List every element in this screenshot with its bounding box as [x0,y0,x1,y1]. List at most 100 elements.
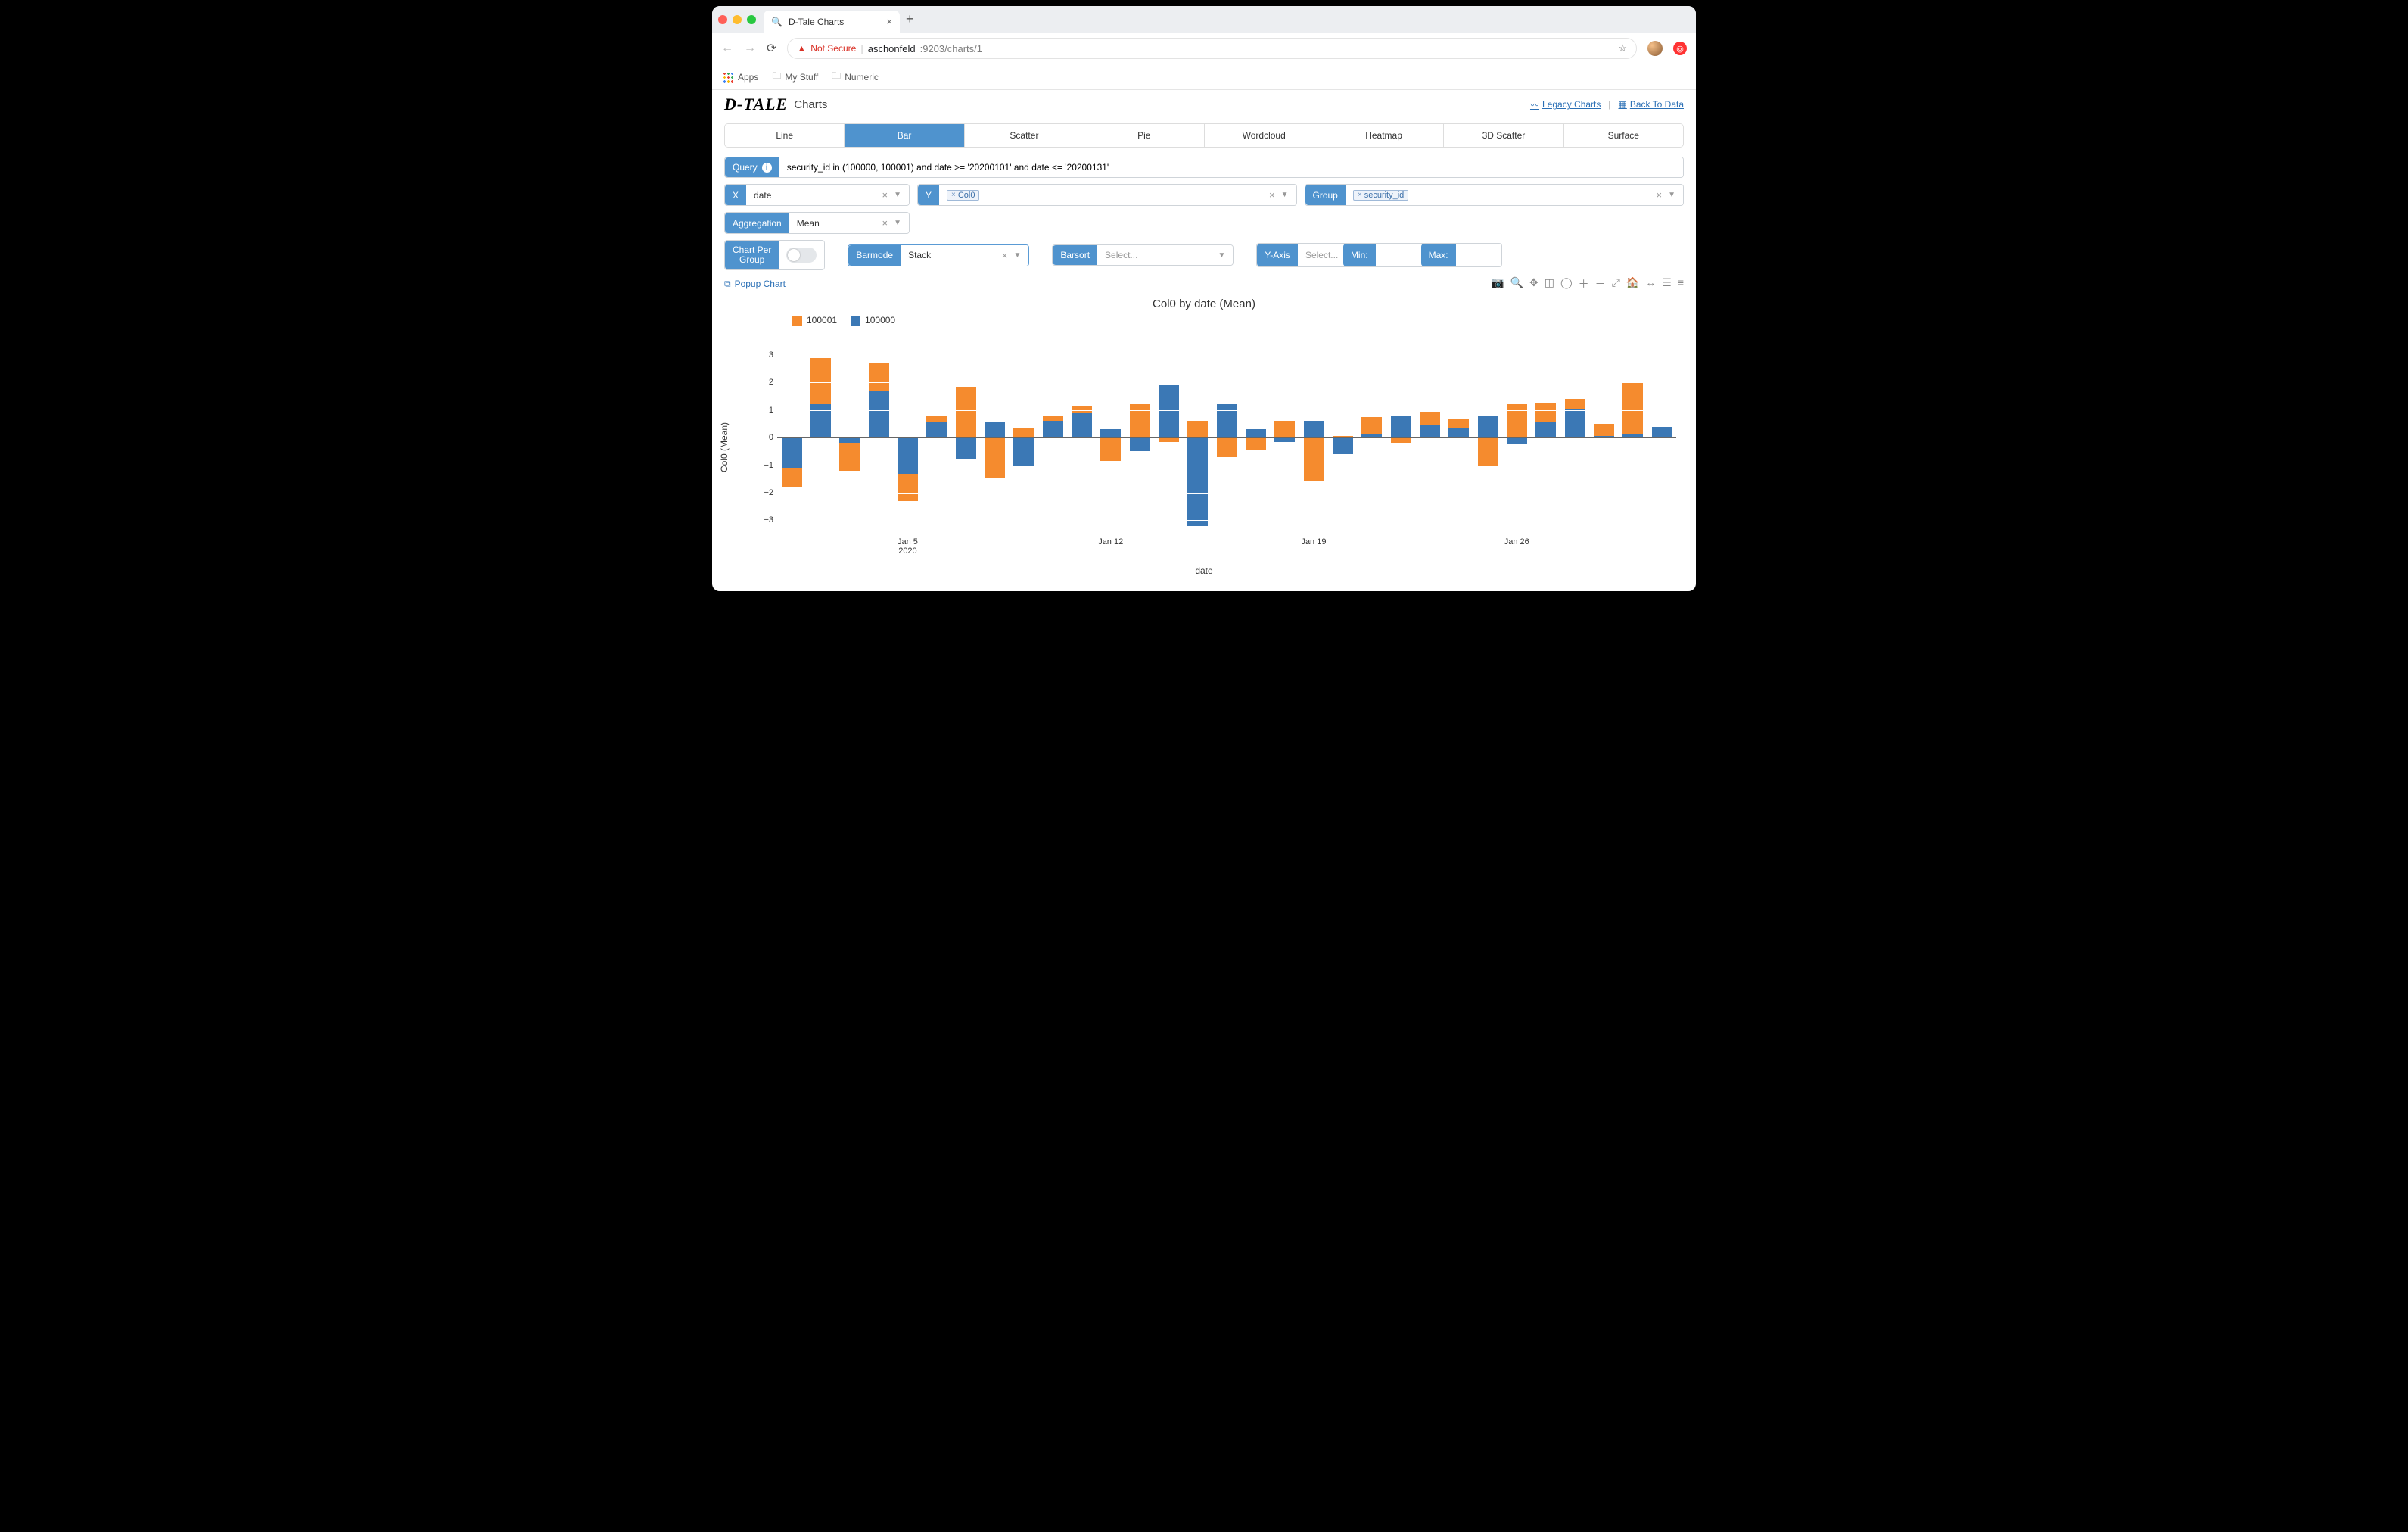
browser-tab[interactable]: 🔍 D-Tale Charts × [764,11,900,33]
popup-icon: ⧉ [724,279,731,290]
minimize-window-icon[interactable] [733,15,742,24]
legend-swatch [851,316,860,326]
tab-line[interactable]: Line [725,124,845,147]
remove-chip-icon[interactable]: × [1358,191,1362,199]
group-label: Group [1305,185,1346,205]
yaxis-select[interactable]: Select...▼ [1298,244,1343,266]
yaxis-min-input[interactable] [1383,248,1414,262]
aggregation-field: Aggregation Mean×▼ [724,212,910,234]
tab-3d-scatter[interactable]: 3D Scatter [1444,124,1563,147]
search-icon: 🔍 [771,17,782,27]
group-chip[interactable]: ×security_id [1353,190,1408,201]
chart: Col0 by date (Mean) 100001 100000 Col0 (… [712,297,1696,590]
forward-button[interactable]: → [744,42,756,55]
legend-item-100001[interactable]: 100001 [792,315,837,325]
legend: 100001 100000 [792,315,1684,325]
camera-icon[interactable]: 📷 [1491,276,1504,291]
barmode-select[interactable]: Stack×▼ [901,245,1028,266]
x-tick: Jan 52020 [898,537,918,556]
box-select-icon[interactable]: ◫ [1545,276,1554,291]
y-tick: 1 [754,406,773,415]
x-field: X date×▼ [724,184,910,206]
x-tick: Jan 12 [1098,537,1123,546]
autoscale-icon[interactable]: ⤢ [1612,276,1620,291]
url-input[interactable]: ▲ Not Secure | aschonfeld:9203/charts/1 … [787,38,1637,59]
clear-icon[interactable]: × [882,217,888,229]
zoom-out-icon[interactable]: － [1595,276,1606,291]
query-input[interactable] [787,162,1675,173]
legacy-charts-link[interactable]: 〰Legacy Charts [1530,98,1601,111]
y-select[interactable]: ×Col0×▼ [939,185,1296,205]
chart-title: Col0 by date (Mean) [724,297,1684,310]
back-button[interactable]: ← [721,42,733,55]
grid-icon: ▦ [1619,99,1627,110]
y-tick: −1 [754,461,773,470]
bookmark-numeric[interactable]: 🗀Numeric [832,69,879,85]
y-tick: 3 [754,350,773,360]
info-icon[interactable]: i [762,163,772,173]
reset-axes-icon[interactable]: 🏠 [1626,276,1639,291]
legend-item-100000[interactable]: 100000 [851,315,895,325]
y-axis-label: Col0 (Mean) [719,422,730,472]
y-chip[interactable]: ×Col0 [947,190,979,201]
aggregation-select[interactable]: Mean×▼ [789,213,909,233]
query-label: Queryi [725,157,779,177]
reload-button[interactable]: ⟳ [767,41,776,56]
new-tab-button[interactable]: + [906,11,914,27]
zoom-in-icon[interactable]: ＋ [1579,276,1589,291]
aggregation-label: Aggregation [725,213,789,233]
clear-icon[interactable]: × [882,189,888,201]
clear-icon[interactable]: × [1269,189,1275,201]
plotly-toolbar: 📷 🔍 ✥ ◫ ◯ ＋ － ⤢ 🏠 ↔ ☰ ≡ [1491,276,1684,291]
yaxis-max-input[interactable] [1464,248,1494,262]
spike-lines-icon[interactable]: ↔ [1645,276,1656,291]
y-tick: 0 [754,433,773,442]
close-tab-icon[interactable]: × [886,16,892,27]
clear-icon[interactable]: × [1657,189,1663,201]
window-titlebar: 🔍 D-Tale Charts × + [712,6,1696,33]
tab-wordcloud[interactable]: Wordcloud [1205,124,1324,147]
apps-icon [723,72,733,83]
group-field: Group ×security_id×▼ [1305,184,1685,206]
chevron-down-icon: ▼ [894,219,901,227]
profile-avatar[interactable] [1647,41,1663,56]
clear-icon[interactable]: × [1002,250,1008,261]
zoom-icon[interactable]: 🔍 [1510,276,1523,291]
tab-heatmap[interactable]: Heatmap [1324,124,1444,147]
tab-title: D-Tale Charts [789,17,844,27]
tab-pie[interactable]: Pie [1084,124,1204,147]
lasso-icon[interactable]: ◯ [1560,276,1573,291]
chart-per-group-toggle[interactable] [786,248,817,263]
address-bar: ← → ⟳ ▲ Not Secure | aschonfeld:9203/cha… [712,33,1696,64]
barmode-field: Barmode Stack×▼ [848,244,1029,266]
extension-icon[interactable]: ◎ [1673,42,1687,55]
chevron-down-icon: ▼ [1218,251,1225,260]
compare-icon[interactable]: ≡ [1678,276,1684,291]
maximize-window-icon[interactable] [747,15,756,24]
x-tick: Jan 19 [1301,537,1326,546]
back-to-data-link[interactable]: ▦Back To Data [1619,99,1685,110]
plot-area[interactable]: −3−2−10123 [777,341,1676,534]
remove-chip-icon[interactable]: × [951,191,956,199]
yaxis-field: Y-Axis Select...▼ Min: Max: [1256,243,1501,267]
tab-surface[interactable]: Surface [1564,124,1683,147]
not-secure-label: Not Secure [810,43,856,54]
tab-scatter[interactable]: Scatter [965,124,1084,147]
legend-swatch [792,316,802,326]
group-select[interactable]: ×security_id×▼ [1346,185,1683,205]
folder-icon: 🗀 [832,69,841,85]
bookmark-star-icon[interactable]: ☆ [1618,42,1627,54]
page-title: Charts [794,98,827,111]
hover-icon[interactable]: ☰ [1662,276,1672,291]
bookmark-my-stuff[interactable]: 🗀My Stuff [772,69,818,85]
tab-bar[interactable]: Bar [845,124,964,147]
x-axis-label: date [724,565,1684,576]
x-select[interactable]: date×▼ [746,185,909,205]
chevron-down-icon: ▼ [1281,191,1289,199]
close-window-icon[interactable] [718,15,727,24]
barsort-select[interactable]: Select...▼ [1097,245,1233,265]
chart-type-tabs: LineBarScatterPieWordcloudHeatmap3D Scat… [724,123,1684,148]
popup-chart-link[interactable]: ⧉Popup Chart [724,279,786,290]
apps-shortcut[interactable]: Apps [723,72,758,83]
pan-icon[interactable]: ✥ [1529,276,1538,291]
